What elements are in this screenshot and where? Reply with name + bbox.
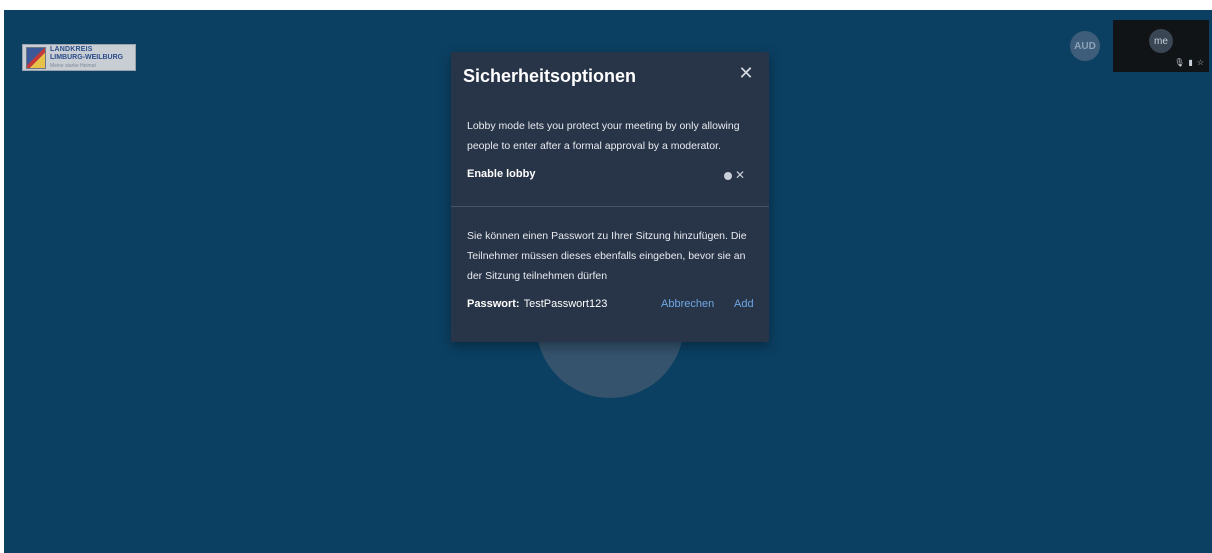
password-input[interactable] (523, 298, 614, 310)
coat-of-arms-icon (26, 46, 46, 69)
toggle-off-icon: ✕ (735, 168, 746, 182)
video-muted-icon: ▮ (1188, 58, 1193, 67)
logo-line-3: Meine starke Heimat (50, 62, 96, 69)
security-options-dialog: Sicherheitsoptionen ✕ Lobby mode lets yo… (451, 52, 769, 342)
lobby-description: Lobby mode lets you protect your meeting… (467, 120, 740, 152)
toggle-knob (724, 172, 732, 180)
logo-line-1: LANDKREIS (50, 45, 93, 53)
participant-avatar[interactable]: AUD (1070, 31, 1100, 61)
enable-lobby-label: Enable lobby (467, 168, 536, 180)
self-avatar: me (1149, 29, 1173, 53)
thumbnail-status-icons: 🎙︎ ▮ ☆ (1174, 58, 1204, 67)
password-description: Sie können einen Passwort zu Ihrer Sitzu… (467, 230, 747, 282)
password-label: Passwort: (467, 298, 520, 310)
lobby-toggle[interactable]: ✕ (724, 168, 748, 183)
landkreis-logo: LANDKREIS LIMBURG-WEILBURG Meine starke … (22, 44, 136, 71)
add-password-button[interactable]: Add (734, 298, 754, 310)
logo-line-2: LIMBURG-WEILBURG (50, 53, 124, 61)
cancel-button[interactable]: Abbrechen (661, 298, 714, 310)
close-icon[interactable]: ✕ (737, 64, 755, 82)
mic-muted-icon: 🎙︎ (1174, 58, 1185, 67)
section-divider (451, 206, 769, 207)
dialog-title: Sicherheitsoptionen (463, 66, 637, 86)
moderator-star-icon: ☆ (1196, 58, 1204, 67)
local-video-thumbnail[interactable]: me 🎙︎ ▮ ☆ (1113, 20, 1209, 72)
password-row: Passwort: (467, 298, 614, 310)
